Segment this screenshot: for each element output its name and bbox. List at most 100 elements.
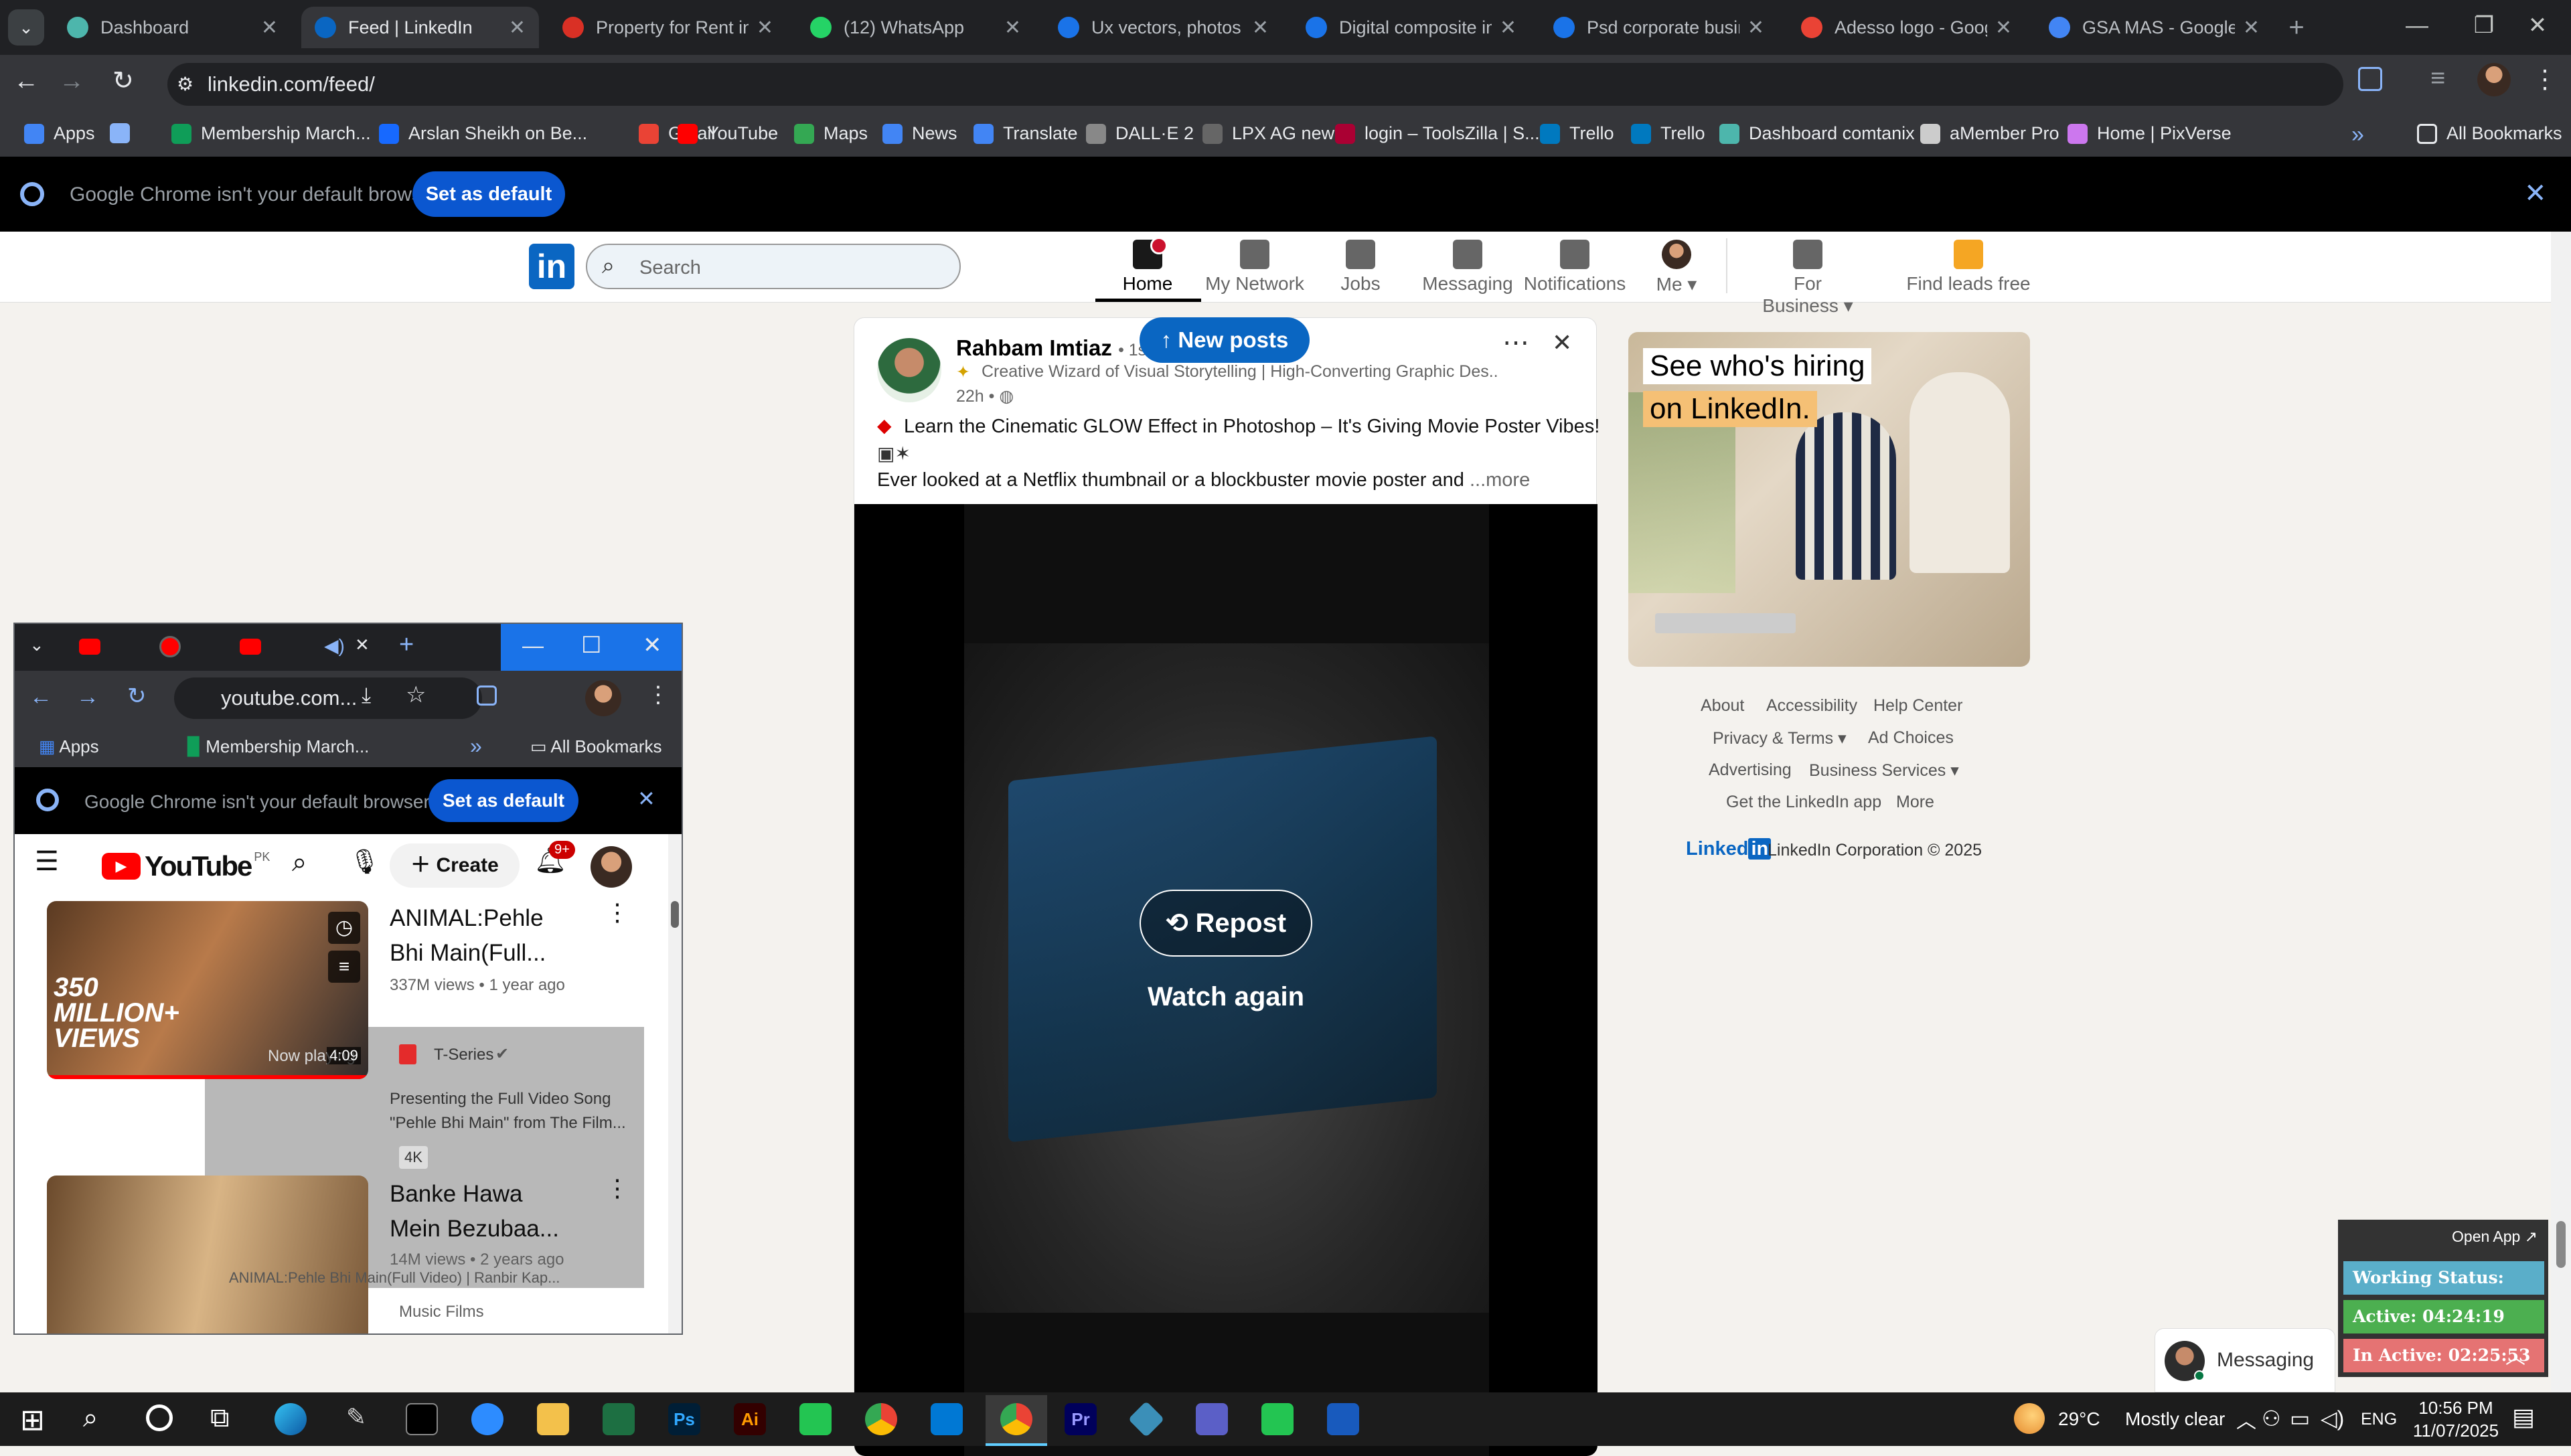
create-button[interactable]: ＋ Create	[390, 843, 520, 888]
bookmark-item[interactable]	[110, 123, 139, 143]
browser-tab[interactable]: Digital composite im ✕	[1292, 7, 1530, 48]
word-icon[interactable]	[1327, 1403, 1359, 1435]
yt-address-bar[interactable]: youtube.com...	[174, 677, 482, 719]
footer-advertising[interactable]: Advertising	[1709, 760, 1792, 780]
illustrator-icon[interactable]: Ai	[734, 1403, 766, 1435]
notifications-icon[interactable]: ▤	[2512, 1403, 2535, 1431]
teams-icon[interactable]	[1196, 1403, 1228, 1435]
messaging-bar[interactable]: Messaging	[2155, 1328, 2335, 1392]
tab-close-icon[interactable]: ✕	[1747, 16, 1764, 39]
repost-button[interactable]: ⟲ Repost	[1140, 890, 1312, 957]
collapse-icon[interactable]: ︿	[2505, 1340, 2525, 1370]
bookmark-item[interactable]: aMember Pro	[1920, 123, 2059, 144]
tab-close-icon[interactable]: ✕	[261, 16, 278, 39]
bookmark-item[interactable]: Dashboard comtanix	[1719, 123, 1915, 144]
chrome-active-icon[interactable]	[1000, 1403, 1032, 1435]
yt-close[interactable]: ✕	[643, 632, 662, 659]
tab-close-icon[interactable]: ✕	[1500, 16, 1516, 39]
search-taskbar-icon[interactable]: ⌕	[83, 1403, 98, 1433]
channel-name-1[interactable]: T-Series	[434, 1046, 493, 1064]
video-title-1[interactable]: ANIMAL:Pehle Bhi Main(Full...	[390, 901, 546, 971]
extensions-icon[interactable]	[2358, 67, 2382, 91]
tab-close-icon[interactable]: ✕	[1252, 16, 1269, 39]
yt-profile-avatar[interactable]	[585, 680, 621, 716]
bookmark-item[interactable]: Trello	[1631, 123, 1705, 144]
bookmark-item[interactable]: Maps	[794, 123, 868, 144]
close-window-button[interactable]: ✕	[2504, 5, 2571, 46]
hamburger-icon[interactable]: ☰	[35, 846, 59, 877]
yt-star-icon[interactable]: ☆	[406, 681, 426, 708]
zoom-icon[interactable]	[471, 1403, 503, 1435]
nav-me[interactable]: Me ▾	[1623, 240, 1730, 295]
nav-messaging[interactable]: Messaging	[1414, 240, 1521, 295]
address-bar[interactable]: ⚙ linkedin.com/feed/	[167, 63, 2343, 106]
yt-install-icon[interactable]: ⤓	[362, 683, 371, 708]
channel-name-2[interactable]: Music Films	[399, 1303, 484, 1321]
bookmark-item[interactable]: Apps	[24, 123, 95, 144]
bookmark-item[interactable]: YouTube	[678, 123, 778, 144]
task-view-icon[interactable]: ⧉	[210, 1403, 230, 1433]
yt-tab-search[interactable]: ⌄	[29, 635, 44, 655]
footer-business[interactable]: Business Services ▾	[1809, 760, 1959, 781]
page-scrollbar[interactable]	[2551, 232, 2571, 1392]
yt-scrollbar-thumb[interactable]	[671, 901, 679, 928]
video-thumbnail-1[interactable]: 350 MILLION+ VIEWS Now playing 4:09 ◷ ≡	[47, 901, 368, 1079]
yt-bm-apps[interactable]: ▦ Apps	[39, 736, 99, 757]
edge-icon[interactable]	[275, 1403, 307, 1435]
bookmark-item[interactable]: Home | PixVerse	[2068, 123, 2232, 144]
watch-again-label[interactable]: Watch again	[1082, 982, 1370, 1012]
cortana-icon[interactable]	[146, 1404, 173, 1431]
video-thumbnail-2[interactable]	[47, 1176, 368, 1333]
app-green2-icon[interactable]	[1261, 1403, 1294, 1435]
media-icon[interactable]: ≡	[2430, 64, 2445, 93]
yt-minimize[interactable]: —	[522, 633, 544, 658]
watch-later-icon[interactable]: ◷	[328, 912, 360, 944]
terminal-icon[interactable]	[406, 1403, 438, 1435]
author-avatar[interactable]	[877, 338, 941, 402]
excel-icon[interactable]	[603, 1403, 635, 1435]
close-infobar-icon[interactable]: ✕	[2524, 178, 2547, 209]
video-2-menu-icon[interactable]: ⋮	[605, 1174, 629, 1202]
speaker-icon[interactable]: ◀)	[324, 635, 345, 657]
weather-icon[interactable]	[2014, 1403, 2045, 1434]
video-title-2[interactable]: Banke Hawa Mein Bezubaa...	[390, 1177, 559, 1246]
volume-icon[interactable]: ◁)	[2321, 1406, 2344, 1431]
bookmark-item[interactable]: login – ToolsZilla | S...	[1335, 123, 1540, 144]
youtube-logo[interactable]: ▶ YouTube PK	[102, 850, 270, 882]
language-indicator[interactable]: ENG	[2361, 1410, 2397, 1429]
tab-search-button[interactable]: ⌄	[8, 9, 44, 46]
yt-new-tab[interactable]: +	[399, 631, 414, 659]
new-posts-button[interactable]: ↑ New posts	[1140, 317, 1310, 363]
footer-about[interactable]: About	[1701, 696, 1744, 716]
windows-start-icon[interactable]: ⊞	[20, 1403, 45, 1437]
browser-tab[interactable]: Dashboard ✕	[54, 7, 291, 48]
file-explorer-icon[interactable]	[537, 1403, 569, 1435]
weather-temp[interactable]: 29°C	[2058, 1408, 2100, 1430]
open-app-button[interactable]: Open App ↗	[2452, 1228, 2538, 1246]
network-icon[interactable]: ▭	[2290, 1406, 2310, 1431]
yt-bm-membership[interactable]: ▉ Membership March...	[187, 736, 369, 757]
yt-user-avatar[interactable]	[591, 846, 632, 888]
menu-icon[interactable]: ⋮	[2532, 64, 2558, 94]
search-box[interactable]: ⌕ Search	[586, 244, 961, 289]
premiere-icon[interactable]: Pr	[1065, 1403, 1097, 1435]
weather-text[interactable]: Mostly clear	[2125, 1408, 2225, 1430]
nav-notifications[interactable]: Notifications	[1521, 240, 1628, 295]
bookmark-item[interactable]: Trello	[1540, 123, 1614, 144]
browser-tab[interactable]: (12) WhatsApp ✕	[797, 7, 1034, 48]
forward-icon[interactable]: →	[59, 67, 84, 96]
yt-tab-1[interactable]	[79, 639, 100, 655]
yt-tab-3[interactable]	[240, 639, 261, 655]
yt-maximize[interactable]: ☐	[581, 632, 601, 659]
clock-time[interactable]: 10:56 PM	[2416, 1398, 2496, 1419]
pen-icon[interactable]: ✎	[340, 1403, 372, 1435]
yt-extensions-icon[interactable]	[477, 685, 497, 706]
browser-tab[interactable]: Feed | LinkedIn ✕	[301, 7, 539, 48]
new-tab-button[interactable]: +	[2280, 12, 2313, 46]
browser-tab[interactable]: Adesso logo - Googl ✕	[1788, 7, 2025, 48]
bookmark-item[interactable]: DALL·E 2	[1086, 123, 1194, 144]
footer-more[interactable]: More	[1896, 793, 1934, 812]
post-options-icon[interactable]: ⋯	[1502, 327, 1529, 358]
yt-more-bookmarks[interactable]: »	[470, 734, 482, 758]
chrome-taskbar-icon[interactable]	[865, 1403, 897, 1435]
